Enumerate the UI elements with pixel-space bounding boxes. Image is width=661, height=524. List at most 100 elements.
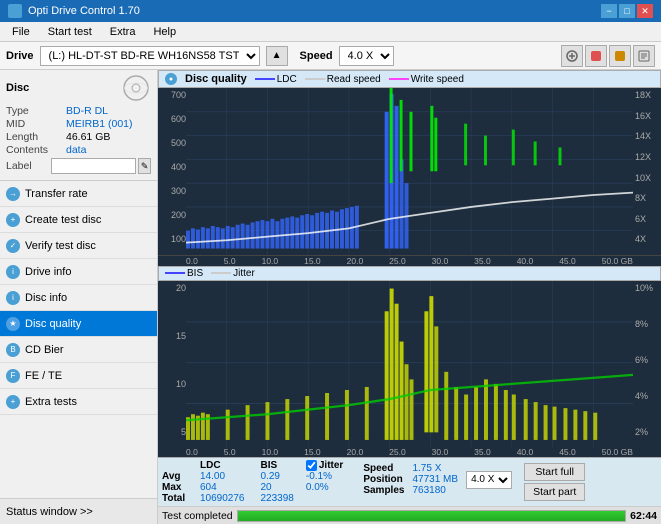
- left-panel: Disc Type BD-R DL MID MEIRB1 (001) Lengt…: [0, 70, 158, 524]
- max-label: Max: [162, 482, 192, 493]
- sidebar-item-cd-bier[interactable]: B CD Bier: [0, 337, 157, 363]
- sidebar-item-label: FE / TE: [25, 370, 62, 382]
- start-part-button[interactable]: Start part: [524, 483, 585, 501]
- disc-info-icon: i: [6, 291, 20, 305]
- progress-time: 62:44: [630, 510, 657, 522]
- menu-help[interactable]: Help: [145, 24, 184, 40]
- sidebar-item-transfer-rate[interactable]: → Transfer rate: [0, 181, 157, 207]
- maximize-button[interactable]: □: [619, 4, 635, 18]
- legend-jitter-color: [211, 272, 231, 274]
- menu-file[interactable]: File: [4, 24, 38, 40]
- toolbar-icon-3[interactable]: [609, 45, 631, 67]
- sidebar-item-verify-test[interactable]: ✓ Verify test disc: [0, 233, 157, 259]
- eject-button[interactable]: ▲: [266, 46, 288, 66]
- label-input[interactable]: [51, 158, 136, 174]
- label-label: Label: [6, 160, 51, 172]
- cd-bier-icon: B: [6, 343, 20, 357]
- sidebar-item-create-test[interactable]: + Create test disc: [0, 207, 157, 233]
- status-window-label: Status window >>: [6, 506, 93, 518]
- position-stat-value: 47731 MB: [408, 474, 462, 485]
- col-bis-header: BIS: [253, 460, 302, 471]
- jitter-checkbox[interactable]: [306, 460, 317, 471]
- total-bis: 223398: [253, 493, 302, 504]
- max-ldc: 604: [192, 482, 253, 493]
- type-label: Type: [6, 105, 66, 117]
- fe-te-icon: F: [6, 369, 20, 383]
- lower-chart: 20 15 10 5: [158, 281, 661, 448]
- chart-header: ● Disc quality LDC Read speed Write spee…: [158, 70, 661, 88]
- legend-read-speed: Read speed: [305, 74, 381, 85]
- avg-jitter: -0.1%: [302, 471, 347, 482]
- legend-ldc-color: [255, 78, 275, 80]
- menu-bar: File Start test Extra Help: [0, 22, 661, 42]
- sidebar-item-fe-te[interactable]: F FE / TE: [0, 363, 157, 389]
- sidebar-item-label: Create test disc: [25, 214, 101, 226]
- avg-label: Avg: [162, 471, 192, 482]
- max-bis: 20: [253, 482, 302, 493]
- stats-table: LDC BIS Jitter Avg 14.00 0.29 -0.1% Max …: [162, 460, 347, 504]
- samples-stat-label: Samples: [359, 485, 408, 496]
- total-ldc: 10690276: [192, 493, 253, 504]
- speed-stat-label: Speed: [359, 463, 408, 474]
- legend-bis-lower: BIS: [165, 268, 203, 279]
- title-bar: Opti Drive Control 1.70 − □ ✕: [0, 0, 661, 22]
- mid-label: MID: [6, 118, 66, 130]
- close-button[interactable]: ✕: [637, 4, 653, 18]
- sidebar-item-extra-tests[interactable]: + Extra tests: [0, 389, 157, 415]
- app-title: Opti Drive Control 1.70: [28, 5, 140, 17]
- legend-ldc: LDC: [255, 74, 297, 85]
- drive-info-icon: i: [6, 265, 20, 279]
- menu-extra[interactable]: Extra: [102, 24, 144, 40]
- speed-select-stats[interactable]: 4.0 X: [466, 471, 512, 489]
- toolbar-icon-4[interactable]: [633, 45, 655, 67]
- speed-label: Speed: [300, 50, 333, 62]
- toolbar-icon-1[interactable]: [561, 45, 583, 67]
- drive-select[interactable]: (L:) HL-DT-ST BD-RE WH16NS58 TST4: [40, 46, 260, 66]
- total-label: Total: [162, 493, 192, 504]
- extra-tests-icon: +: [6, 395, 20, 409]
- progress-label: Test completed: [162, 510, 233, 522]
- col-jitter-header: Jitter: [319, 460, 343, 471]
- chart-title: Disc quality: [185, 73, 247, 85]
- disc-section: Disc Type BD-R DL MID MEIRB1 (001) Lengt…: [0, 70, 157, 181]
- legend-jitter-lower: Jitter: [211, 268, 255, 279]
- upper-y-axis-left: 700 600 500 400 300 200 100: [158, 88, 186, 255]
- sidebar-item-disc-info[interactable]: i Disc info: [0, 285, 157, 311]
- sidebar-item-label: Verify test disc: [25, 240, 96, 252]
- right-panel: ● Disc quality LDC Read speed Write spee…: [158, 70, 661, 524]
- start-buttons: Start full Start part: [524, 463, 585, 501]
- upper-chart: 700 600 500 400 300 200 100: [158, 88, 661, 256]
- length-label: Length: [6, 131, 66, 143]
- sidebar-item-disc-quality[interactable]: ★ Disc quality: [0, 311, 157, 337]
- drive-toolbar: Drive (L:) HL-DT-ST BD-RE WH16NS58 TST4 …: [0, 42, 661, 70]
- toolbar-icon-2[interactable]: [585, 45, 607, 67]
- col-ldc-header: LDC: [192, 460, 253, 471]
- lower-y-axis-left: 20 15 10 5: [158, 281, 186, 448]
- status-window-button[interactable]: Status window >>: [0, 498, 157, 524]
- transfer-rate-icon: →: [6, 187, 20, 201]
- start-full-button[interactable]: Start full: [524, 463, 585, 481]
- position-stat-label: Position: [359, 474, 408, 485]
- sidebar-item-label: Extra tests: [25, 396, 77, 408]
- sidebar-item-drive-info[interactable]: i Drive info: [0, 259, 157, 285]
- sidebar-item-label: Drive info: [25, 266, 71, 278]
- upper-y-axis-right: 18X 16X 14X 12X 10X 8X 6X 4X: [633, 88, 661, 255]
- legend-write-color: [389, 78, 409, 80]
- app-icon: [8, 4, 22, 18]
- sidebar-item-label: Disc quality: [25, 318, 81, 330]
- disc-quality-icon: ★: [6, 317, 20, 331]
- lower-x-axis-labels: 0.0 5.0 10.0 15.0 20.0 25.0 30.0 35.0 40…: [158, 447, 661, 457]
- stats-section: LDC BIS Jitter Avg 14.00 0.29 -0.1% Max …: [158, 457, 661, 506]
- lower-chart-svg: [186, 281, 633, 448]
- type-value: BD-R DL: [66, 105, 108, 117]
- minimize-button[interactable]: −: [601, 4, 617, 18]
- avg-bis: 0.29: [253, 471, 302, 482]
- sidebar-item-label: CD Bier: [25, 344, 64, 356]
- legend-write-speed: Write speed: [389, 74, 464, 85]
- speed-select[interactable]: 4.0 X: [339, 46, 394, 66]
- menu-start-test[interactable]: Start test: [40, 24, 100, 40]
- max-jitter: 0.0%: [302, 482, 347, 493]
- sidebar-item-label: Disc info: [25, 292, 67, 304]
- contents-label: Contents: [6, 144, 66, 156]
- label-edit-button[interactable]: ✎: [138, 158, 151, 174]
